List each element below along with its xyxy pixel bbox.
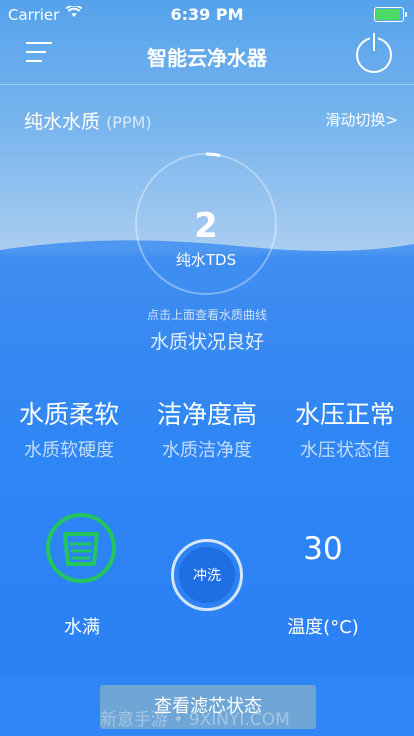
power-icon[interactable]: [356, 33, 392, 73]
navigation-bar: 智能云净水器: [0, 28, 414, 84]
stat-cleanliness: 洁净度高 水质洁净度: [138, 397, 276, 467]
battery-icon: [374, 7, 407, 22]
stat-hardness-label: 水质软硬度: [24, 440, 114, 461]
watermark: 新意手游 • 9XINYI.COM: [100, 710, 290, 730]
tds-gauge[interactable]: 2 纯水TDS: [132, 150, 280, 298]
temperature-value: 30: [303, 531, 343, 567]
stat-hardness: 水质柔软 水质软硬度: [0, 397, 138, 467]
water-quality-heading: 纯水水质 (PPM): [24, 107, 152, 134]
tds-unit-label: 纯水TDS: [175, 251, 237, 269]
flush-button[interactable]: 冲洗: [171, 539, 243, 611]
tds-value: 2: [194, 206, 218, 246]
stat-cleanliness-value: 洁净度高: [156, 400, 257, 429]
swipe-switch-link[interactable]: 滑动切换>: [325, 109, 398, 130]
screen: Carrier 6:39 PM 智能云净水器 纯水水质 (PPM) 滑动切换> …: [0, 0, 414, 736]
nav-divider: [0, 84, 414, 85]
stat-hardness-value: 水质柔软: [18, 400, 119, 429]
stat-pressure: 水压正常 水压状态值: [276, 397, 414, 467]
quality-status: 水质状况良好: [149, 331, 264, 353]
tank-status-label: 水满: [64, 617, 100, 638]
water-quality-unit: (PPM): [106, 113, 152, 132]
stat-pressure-value: 水压正常: [294, 400, 395, 429]
status-bar: Carrier 6:39 PM: [0, 0, 414, 28]
quality-stats: 水质柔软 水质软硬度 洁净度高 水质洁净度 水压正常 水压状态值: [0, 397, 414, 467]
water-quality-label: 纯水水质: [24, 111, 101, 133]
stat-cleanliness-label: 水质洁净度: [162, 440, 252, 461]
temperature-label: 温度(°C): [287, 617, 359, 638]
stat-pressure-label: 水压状态值: [300, 440, 390, 461]
page-title: 智能云净水器: [147, 46, 267, 70]
flush-label: 冲洗: [179, 547, 235, 603]
water-tank-icon: [45, 512, 117, 584]
clock: 6:39 PM: [170, 5, 244, 24]
curve-hint: 点击上面查看水质曲线: [146, 308, 267, 322]
